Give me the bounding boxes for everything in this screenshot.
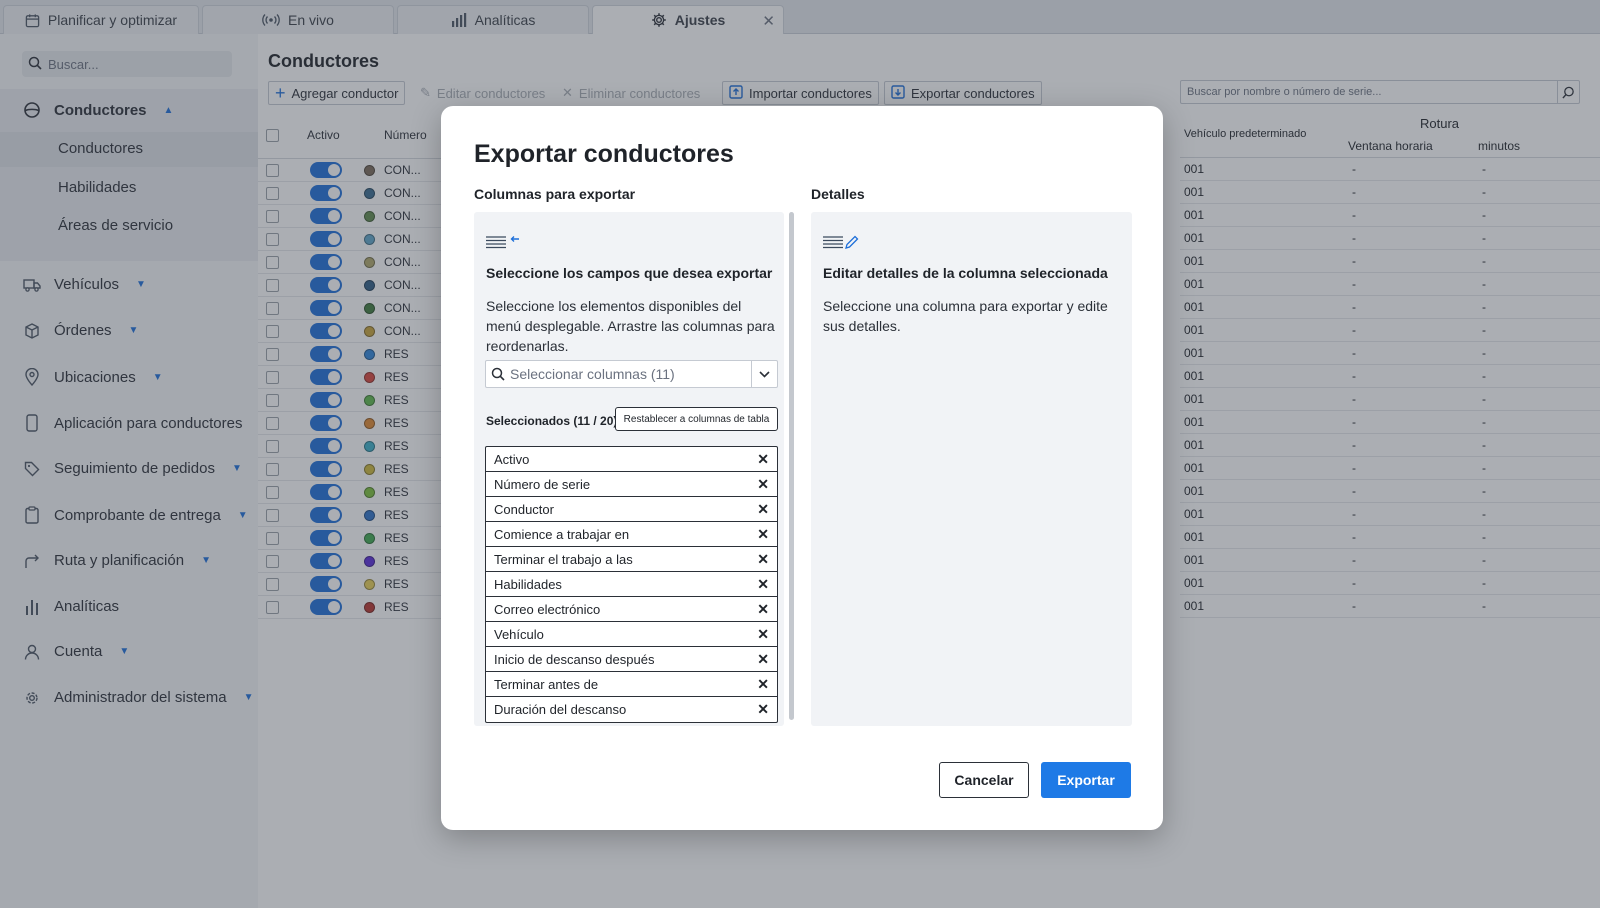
columns-to-export-label: Columnas para exportar [474,186,636,202]
column-name: Correo electrónico [494,601,601,617]
remove-column-icon[interactable]: ✕ [757,551,769,568]
columns-panel: Seleccione los campos que desea exportar… [474,212,784,726]
remove-column-icon[interactable]: ✕ [757,676,769,693]
dialog-title: Exportar conductores [474,140,734,168]
selected-column-item[interactable]: Correo electrónico ✕ [486,597,777,622]
columns-panel-description: Seleccione los elementos disponibles del… [486,298,775,354]
details-panel-heading: Editar detalles de la columna selecciona… [823,265,1108,281]
cancel-button[interactable]: Cancelar [939,762,1029,798]
reset-to-table-columns-button[interactable]: Restablecer a columnas de tabla [615,407,778,431]
selected-columns-list: Activo ✕ Número de serie ✕ Conductor ✕ Comienc… [485,446,778,723]
selected-column-item[interactable]: Terminar antes de ✕ [486,672,777,697]
selected-column-item[interactable]: Inicio de descanso después ✕ [486,647,777,672]
remove-column-icon[interactable]: ✕ [757,476,769,493]
selected-column-item[interactable]: Duración del descanso ✕ [486,697,777,722]
selected-column-item[interactable]: Terminar el trabajo a las ✕ [486,547,777,572]
column-name: Habilidades [494,576,562,592]
remove-column-icon[interactable]: ✕ [757,451,769,468]
select-placeholder: Seleccionar columnas (11) [510,366,675,382]
column-name: Comience a trabajar en [494,526,630,542]
selected-count: Seleccionados (11 / 20) [486,414,618,428]
column-list-arrow-icon [486,234,520,255]
details-panel: Editar detalles de la columna selecciona… [811,212,1132,726]
column-name: Vehículo [494,626,544,642]
column-name: Terminar antes de [494,676,599,692]
select-columns-dropdown[interactable]: Seleccionar columnas (11) [485,360,778,388]
remove-column-icon[interactable]: ✕ [757,576,769,593]
remove-column-icon[interactable]: ✕ [757,601,769,618]
remove-column-icon[interactable]: ✕ [757,651,769,668]
details-panel-description: Seleccione una columna para exportar y e… [823,298,1108,334]
selected-column-item[interactable]: Número de serie ✕ [486,472,777,497]
columns-panel-scrollbar[interactable] [789,212,794,720]
selected-column-item[interactable]: Activo ✕ [486,447,777,472]
remove-column-icon[interactable]: ✕ [757,501,769,518]
column-name: Conductor [494,501,554,517]
column-name: Número de serie [494,476,591,492]
chevron-down-icon[interactable] [751,361,777,387]
search-icon [486,367,510,381]
column-name: Inicio de descanso después [494,651,655,667]
column-name: Activo [494,451,530,467]
selected-column-item[interactable]: Vehículo ✕ [486,622,777,647]
export-drivers-dialog: Exportar conductores Columnas para expor… [441,106,1163,830]
remove-column-icon[interactable]: ✕ [757,626,769,643]
columns-panel-heading: Seleccione los campos que desea exportar [486,265,773,281]
column-edit-pencil-icon [823,234,859,255]
selected-column-item[interactable]: Habilidades ✕ [486,572,777,597]
export-button[interactable]: Exportar [1041,762,1131,798]
selected-column-item[interactable]: Conductor ✕ [486,497,777,522]
remove-column-icon[interactable]: ✕ [757,526,769,543]
details-label: Detalles [811,186,865,202]
remove-column-icon[interactable]: ✕ [757,701,769,718]
column-name: Duración del descanso [494,702,627,717]
column-name: Terminar el trabajo a las [494,551,633,567]
selected-column-item[interactable]: Comience a trabajar en ✕ [486,522,777,547]
